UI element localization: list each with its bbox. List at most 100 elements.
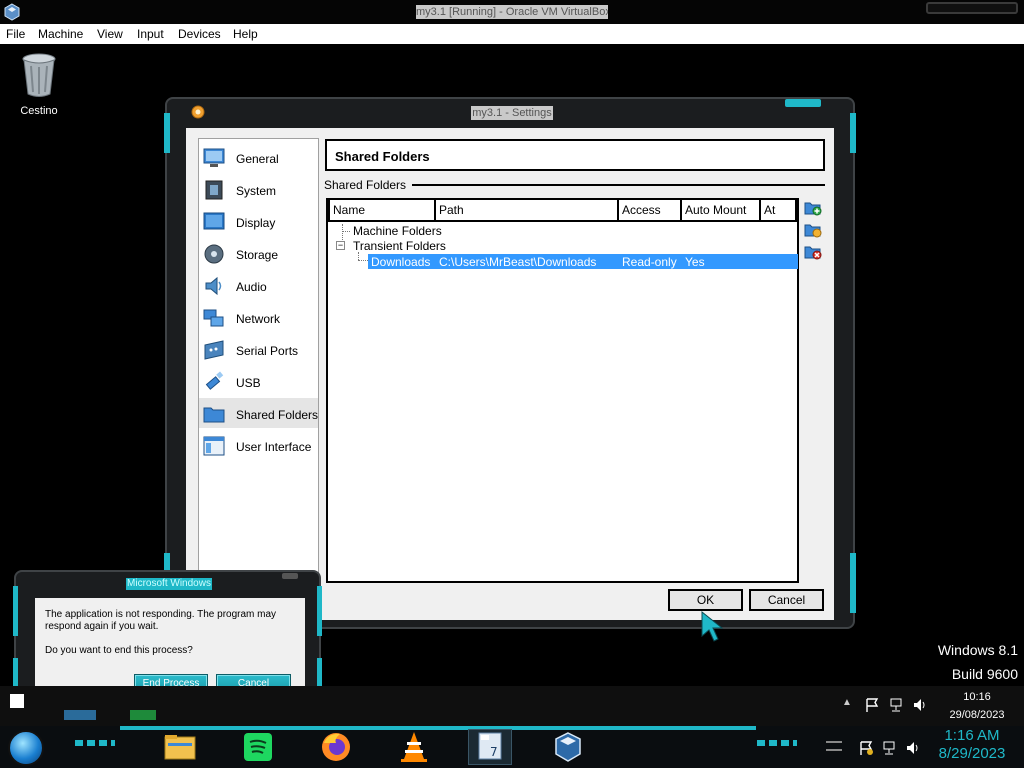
nav-item-general[interactable]: General (199, 142, 318, 172)
nav-label: Storage (236, 248, 279, 262)
column-header-path[interactable]: Path (434, 200, 619, 222)
file-explorer-icon (164, 735, 196, 760)
dialog-question: Do you want to end this process? (45, 645, 193, 656)
taskbar-time: 1:16 AM (944, 727, 1000, 744)
windows-build-watermark: Build 9600 (951, 666, 1018, 682)
nav-label: General (236, 152, 279, 166)
taskbar-app-windows7-vm[interactable]: 7 (468, 729, 512, 765)
network-taskbar-icon[interactable] (882, 740, 898, 756)
column-header-auto-mount[interactable]: Auto Mount (680, 200, 761, 222)
network-icon (203, 309, 224, 327)
cell-path: C:\Users\MrBeast\Downloads (439, 255, 597, 269)
taskbar-decoration (75, 740, 115, 746)
nav-item-display[interactable]: Display (199, 206, 318, 236)
settings-gear-icon (191, 105, 205, 119)
nav-item-serial-ports[interactable]: Serial Ports (199, 334, 318, 364)
windows-version-watermark: Windows 8.1 (937, 642, 1018, 658)
tray-clock[interactable]: 10:16 29/08/2023 (944, 690, 1010, 722)
ok-button[interactable]: OK (668, 589, 743, 611)
menu-input[interactable]: Input (137, 27, 164, 41)
menu-file[interactable]: File (6, 27, 25, 41)
flag-icon[interactable] (864, 697, 880, 713)
page-header: Shared Folders (325, 139, 825, 171)
desktop-icon-label: Cestino (20, 105, 58, 117)
nav-label: Audio (236, 280, 267, 294)
tray-date: 29/08/2023 (949, 709, 1005, 721)
volume-icon[interactable] (912, 697, 928, 713)
taskbar-app-virtualbox[interactable] (546, 729, 590, 765)
tray-overflow-icon[interactable]: ▲ (842, 697, 858, 713)
column-header-access[interactable]: Access (617, 200, 682, 222)
column-header-at[interactable]: At (759, 200, 797, 222)
spotify-icon (244, 733, 272, 761)
window-controls[interactable] (926, 2, 1018, 14)
start-button[interactable] (8, 730, 44, 766)
action-center-flag-icon[interactable] (858, 740, 874, 756)
taskbar-date: 8/29/2023 (938, 745, 1006, 762)
taskbar-accent-strip (120, 726, 756, 730)
settings-window-title: my3.1 - Settings (471, 106, 553, 120)
taskbar-clock[interactable]: 1:16 AM 8/29/2023 (932, 727, 1012, 763)
tree-connector (342, 231, 350, 232)
mouse-cursor-icon (701, 610, 724, 642)
dialog-message-line2: respond again if you wait. (45, 621, 159, 632)
page-title: Shared Folders (335, 149, 430, 164)
nav-item-system[interactable]: System (199, 174, 318, 204)
add-shared-folder-icon[interactable] (804, 199, 822, 217)
column-header-name[interactable]: Name (328, 200, 436, 222)
windows7-64-vm-icon: 7 (478, 732, 502, 760)
collapse-icon[interactable]: − (336, 241, 345, 250)
chip-icon (205, 180, 223, 200)
nav-item-storage[interactable]: Storage (199, 238, 318, 268)
edit-shared-folder-icon[interactable] (804, 221, 822, 239)
tree-item-transient-folders[interactable]: Transient Folders (353, 239, 446, 253)
dialog-title: Microsoft Windows (126, 578, 212, 590)
network-tray-icon[interactable] (889, 697, 905, 713)
tree-connector (358, 260, 368, 261)
nav-item-audio[interactable]: Audio (199, 270, 318, 300)
nav-item-user-interface[interactable]: User Interface (199, 430, 318, 460)
menu-help[interactable]: Help (233, 27, 258, 41)
dialog-message-line1: The application is not responding. The p… (45, 609, 277, 620)
volume-taskbar-icon[interactable] (905, 740, 921, 756)
remove-shared-folder-icon[interactable] (804, 243, 822, 261)
menu-view[interactable]: View (97, 27, 123, 41)
usb-icon (205, 371, 224, 390)
taskbar-app-vlc[interactable] (392, 729, 436, 765)
taskbar-app-file-explorer[interactable] (158, 729, 202, 765)
keyboard-tray-icon[interactable] (826, 741, 842, 751)
settings-nav-list: General System Display Storage Audio Net… (198, 138, 319, 586)
speaker-icon (205, 276, 222, 296)
nav-item-network[interactable]: Network (199, 302, 318, 332)
folder-icon (203, 407, 225, 423)
serial-port-icon (204, 340, 224, 360)
nav-label: Display (236, 216, 276, 230)
menu-machine[interactable]: Machine (38, 27, 83, 41)
display-icon (203, 212, 225, 230)
virtualbox-app-icon (4, 3, 20, 21)
nav-item-usb[interactable]: USB (199, 366, 318, 396)
cell-name: Downloads (371, 255, 431, 269)
windows-logo-icon[interactable] (10, 694, 24, 708)
cell-access: Read-only (622, 255, 677, 269)
taskbar-preview-icon-2 (130, 710, 156, 720)
nav-item-shared-folders[interactable]: Shared Folders (199, 398, 318, 428)
settings-window-controls[interactable] (785, 99, 821, 107)
host-title-bar[interactable]: my3.1 [Running] - Oracle VM VirtualBox (0, 0, 1024, 24)
menu-devices[interactable]: Devices (178, 27, 221, 41)
table-row-selected[interactable]: Downloads C:\Users\MrBeast\Downloads Rea… (368, 254, 798, 269)
tree-connector (358, 252, 359, 260)
taskbar-app-firefox[interactable] (314, 729, 358, 765)
tray-time: 10:16 (963, 691, 991, 703)
nav-label: System (236, 184, 277, 198)
shared-folders-tree[interactable]: Name Path Access Auto Mount At Machine F… (326, 198, 799, 583)
taskbar-app-spotify[interactable] (236, 729, 280, 765)
cancel-button[interactable]: Cancel (749, 589, 824, 611)
vlc-icon (401, 732, 427, 762)
dialog-close-icon[interactable] (282, 573, 298, 579)
virtualbox-icon (555, 732, 581, 762)
svg-text:7: 7 (490, 745, 498, 759)
nav-label: User Interface (236, 440, 312, 454)
tree-item-machine-folders[interactable]: Machine Folders (353, 224, 442, 238)
desktop-icon-recycle-bin[interactable]: Cestino (14, 52, 64, 117)
